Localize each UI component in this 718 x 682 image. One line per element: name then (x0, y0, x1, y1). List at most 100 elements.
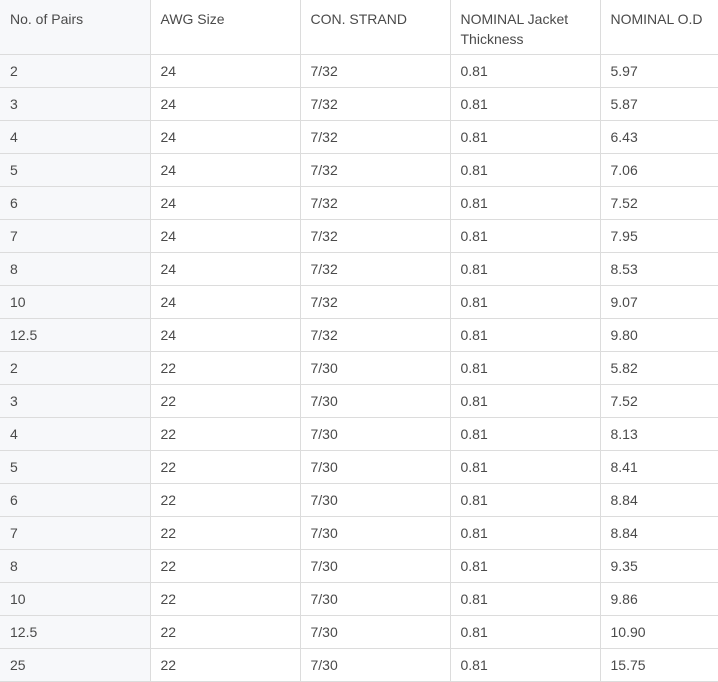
cell-awg-size: 22 (149, 548, 301, 583)
cell-nominal-od: 9.07 (599, 284, 718, 319)
cell-con-strand: 7/30 (299, 449, 451, 484)
cell-jacket-thickness: 0.81 (449, 284, 601, 319)
cell-awg-size: 22 (149, 581, 301, 616)
cell-awg-size: 24 (149, 86, 301, 121)
cell-jacket-thickness: 0.81 (449, 251, 601, 286)
cell-nominal-od: 15.75 (599, 647, 718, 682)
table-row: 6 24 7/32 0.81 7.52 (0, 185, 718, 220)
cell-awg-size: 22 (149, 383, 301, 418)
cell-nominal-od: 7.52 (599, 185, 718, 220)
cell-no-of-pairs: 4 (0, 119, 151, 154)
header-nominal-od: NOMINAL O.D (599, 0, 718, 55)
table-row: 4 24 7/32 0.81 6.43 (0, 119, 718, 154)
cell-con-strand: 7/32 (299, 152, 451, 187)
cell-con-strand: 7/30 (299, 350, 451, 385)
cell-con-strand: 7/32 (299, 251, 451, 286)
cell-jacket-thickness: 0.81 (449, 416, 601, 451)
cell-no-of-pairs: 4 (0, 416, 151, 451)
cell-con-strand: 7/32 (299, 86, 451, 121)
cell-nominal-od: 9.80 (599, 317, 718, 352)
cell-nominal-od: 9.35 (599, 548, 718, 583)
cell-nominal-od: 9.86 (599, 581, 718, 616)
cell-no-of-pairs: 8 (0, 548, 151, 583)
cell-no-of-pairs: 6 (0, 482, 151, 517)
table-header: No. of Pairs AWG Size CON. STRAND NOMINA… (0, 0, 718, 55)
cell-jacket-thickness: 0.81 (449, 86, 601, 121)
cell-awg-size: 24 (149, 185, 301, 220)
cell-no-of-pairs: 12.5 (0, 317, 151, 352)
cell-no-of-pairs: 5 (0, 152, 151, 187)
cell-awg-size: 24 (149, 152, 301, 187)
table-row: 8 22 7/30 0.81 9.35 (0, 548, 718, 583)
cell-awg-size: 22 (149, 350, 301, 385)
cell-con-strand: 7/32 (299, 53, 451, 88)
header-jacket-thickness: NOMINAL Jacket Thickness (449, 0, 601, 55)
cell-jacket-thickness: 0.81 (449, 515, 601, 550)
table-row: 2 24 7/32 0.81 5.97 (0, 53, 718, 88)
table-row: 7 22 7/30 0.81 8.84 (0, 515, 718, 550)
cell-nominal-od: 10.90 (599, 614, 718, 649)
cell-awg-size: 22 (149, 647, 301, 682)
cell-awg-size: 24 (149, 317, 301, 352)
cell-jacket-thickness: 0.81 (449, 482, 601, 517)
cell-awg-size: 24 (149, 119, 301, 154)
cell-awg-size: 22 (149, 449, 301, 484)
cell-jacket-thickness: 0.81 (449, 614, 601, 649)
cell-nominal-od: 7.06 (599, 152, 718, 187)
cell-no-of-pairs: 5 (0, 449, 151, 484)
table-body: 2 24 7/32 0.81 5.97 3 24 7/32 0.81 5.87 4 24 7/32 0.8… (0, 53, 718, 682)
cell-con-strand: 7/30 (299, 416, 451, 451)
table-row: 25 22 7/30 0.81 15.75 (0, 647, 718, 682)
cell-nominal-od: 6.43 (599, 119, 718, 154)
cell-no-of-pairs: 2 (0, 350, 151, 385)
cell-jacket-thickness: 0.81 (449, 350, 601, 385)
cell-nominal-od: 5.82 (599, 350, 718, 385)
cell-awg-size: 22 (149, 515, 301, 550)
cell-con-strand: 7/32 (299, 317, 451, 352)
cell-no-of-pairs: 12.5 (0, 614, 151, 649)
cell-jacket-thickness: 0.81 (449, 449, 601, 484)
cell-jacket-thickness: 0.81 (449, 185, 601, 220)
header-con-strand: CON. STRAND (299, 0, 451, 55)
cell-con-strand: 7/32 (299, 284, 451, 319)
table-row: 2 22 7/30 0.81 5.82 (0, 350, 718, 385)
cell-nominal-od: 7.52 (599, 383, 718, 418)
table-row: 10 22 7/30 0.81 9.86 (0, 581, 718, 616)
cell-no-of-pairs: 7 (0, 218, 151, 253)
cell-no-of-pairs: 10 (0, 581, 151, 616)
cell-con-strand: 7/30 (299, 548, 451, 583)
cell-nominal-od: 8.13 (599, 416, 718, 451)
table-row: 12.5 22 7/30 0.81 10.90 (0, 614, 718, 649)
cell-jacket-thickness: 0.81 (449, 317, 601, 352)
cell-no-of-pairs: 3 (0, 383, 151, 418)
cell-awg-size: 24 (149, 251, 301, 286)
cell-con-strand: 7/32 (299, 185, 451, 220)
header-awg-size: AWG Size (149, 0, 301, 55)
cell-jacket-thickness: 0.81 (449, 647, 601, 682)
table-row: 12.5 24 7/32 0.81 9.80 (0, 317, 718, 352)
cell-jacket-thickness: 0.81 (449, 581, 601, 616)
cell-nominal-od: 5.87 (599, 86, 718, 121)
table-row: 3 22 7/30 0.81 7.52 (0, 383, 718, 418)
cell-jacket-thickness: 0.81 (449, 53, 601, 88)
cell-awg-size: 24 (149, 53, 301, 88)
cell-con-strand: 7/30 (299, 581, 451, 616)
table-row: 10 24 7/32 0.81 9.07 (0, 284, 718, 319)
table-row: 5 24 7/32 0.81 7.06 (0, 152, 718, 187)
cell-con-strand: 7/30 (299, 614, 451, 649)
cell-awg-size: 24 (149, 218, 301, 253)
cell-con-strand: 7/30 (299, 482, 451, 517)
cell-nominal-od: 8.53 (599, 251, 718, 286)
cell-con-strand: 7/32 (299, 218, 451, 253)
header-no-of-pairs: No. of Pairs (0, 0, 151, 55)
cell-no-of-pairs: 8 (0, 251, 151, 286)
cell-con-strand: 7/30 (299, 383, 451, 418)
cell-no-of-pairs: 6 (0, 185, 151, 220)
cell-awg-size: 22 (149, 614, 301, 649)
cell-jacket-thickness: 0.81 (449, 548, 601, 583)
cell-no-of-pairs: 10 (0, 284, 151, 319)
cable-spec-table: No. of Pairs AWG Size CON. STRAND NOMINA… (0, 0, 718, 682)
header-row: No. of Pairs AWG Size CON. STRAND NOMINA… (0, 0, 718, 55)
cell-nominal-od: 5.97 (599, 53, 718, 88)
table-row: 8 24 7/32 0.81 8.53 (0, 251, 718, 286)
